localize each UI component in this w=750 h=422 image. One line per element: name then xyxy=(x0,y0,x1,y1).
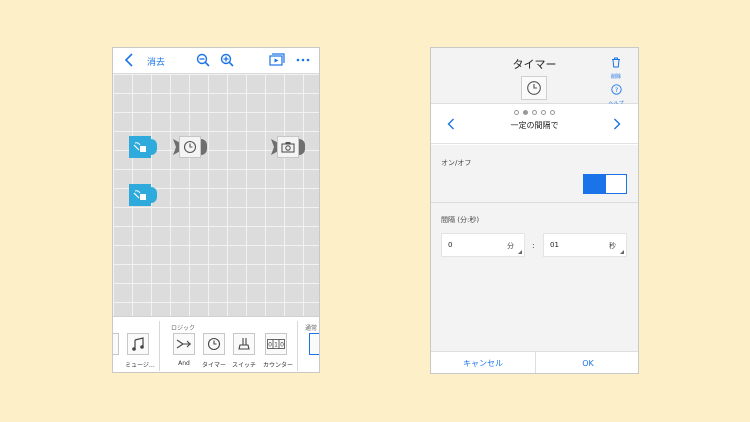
palette-item-timer[interactable]: タイマー xyxy=(201,333,227,372)
onoff-label: オン/オフ xyxy=(441,159,472,167)
palette-item-counter[interactable]: 010 カウンター xyxy=(263,333,294,372)
page-dot xyxy=(523,110,528,115)
minutes-value: 0 xyxy=(448,241,453,249)
block-connector xyxy=(151,139,157,155)
palette-group-title: ロジック xyxy=(171,325,196,332)
preview-play-icon[interactable] xyxy=(269,53,285,69)
palette-divider xyxy=(297,321,298,371)
palette-item-label: スイッチ xyxy=(231,362,256,369)
palette-tile-partial[interactable] xyxy=(309,333,319,355)
mode-label: 一定の間隔で xyxy=(510,121,559,130)
delete-button[interactable]: 消去 xyxy=(147,55,165,68)
and-gate-icon xyxy=(173,333,195,355)
sensor-block[interactable] xyxy=(129,184,157,206)
back-chevron-icon[interactable] xyxy=(121,53,137,69)
svg-text:?: ? xyxy=(614,86,617,94)
minutes-field[interactable]: 0 分 xyxy=(441,233,525,257)
page-dot xyxy=(532,110,537,115)
ok-button[interactable]: OK xyxy=(536,352,638,373)
cancel-button[interactable]: キャンセル xyxy=(431,352,535,373)
seconds-unit: 秒 xyxy=(609,242,616,250)
camera-block[interactable] xyxy=(271,136,305,158)
camera-icon xyxy=(277,136,299,158)
sensor-icon xyxy=(129,136,151,158)
svg-text:1: 1 xyxy=(274,342,278,349)
onoff-toggle[interactable] xyxy=(583,174,627,194)
timer-clock-icon xyxy=(179,136,201,158)
settings-header: タイマー 削除 ? ヘルプ xyxy=(431,48,638,107)
palette-divider xyxy=(159,321,160,371)
dialog-footer: キャンセル OK xyxy=(431,351,638,373)
delete-label: 削除 xyxy=(610,74,621,80)
more-options-icon[interactable] xyxy=(295,53,311,69)
palette-item-label: And xyxy=(178,360,190,367)
help-icon: ? xyxy=(610,84,622,95)
music-note-icon xyxy=(127,333,149,355)
palette-item-label: カウンター xyxy=(263,362,294,369)
svg-text:0: 0 xyxy=(280,342,284,349)
counter-icon: 010 xyxy=(265,333,287,355)
palette-tile-partial[interactable] xyxy=(113,333,119,355)
section-divider xyxy=(431,202,638,203)
zoom-out-icon[interactable] xyxy=(195,53,211,69)
sensor-icon xyxy=(129,184,151,206)
palette-item-label: タイマー xyxy=(201,362,226,369)
block-connector xyxy=(151,187,157,203)
seconds-value: 01 xyxy=(550,241,559,249)
toggle-switch-icon xyxy=(233,333,255,355)
block-palette[interactable]: ミュージ… ロジック And タイマー スイッチ 010 カウンター 通常 xyxy=(113,316,319,372)
timer-clock-icon xyxy=(203,333,225,355)
page-dot xyxy=(541,110,546,115)
time-separator: : xyxy=(532,241,535,250)
svg-text:0: 0 xyxy=(268,342,272,349)
palette-item-switch[interactable]: スイッチ xyxy=(231,333,257,372)
minutes-unit: 分 xyxy=(507,242,514,250)
timer-settings-screen: タイマー 削除 ? ヘルプ 一定の間隔で オン/オフ 間隔 (分:秒) 0 xyxy=(430,47,639,374)
seconds-field[interactable]: 01 秒 xyxy=(543,233,627,257)
palette-item-music[interactable]: ミュージ… xyxy=(125,333,155,372)
timer-block[interactable] xyxy=(173,136,207,158)
palette-group-title: 通常 xyxy=(305,325,318,332)
zoom-in-icon[interactable] xyxy=(219,53,235,69)
interval-label: 間隔 (分:秒) xyxy=(441,216,480,224)
resize-corner-icon xyxy=(620,250,624,254)
help-button[interactable]: ? ヘルプ xyxy=(606,80,626,107)
page-indicator xyxy=(431,110,638,115)
timer-clock-icon xyxy=(521,76,547,100)
trash-icon xyxy=(612,57,620,68)
editor-toolbar: 消去 xyxy=(113,48,319,74)
mode-selector: 一定の間隔で xyxy=(431,104,638,144)
block-editor-screen: 消去 ミュージ… ロジック And タイマー スイッチ 0 1 0 カウンター … xyxy=(112,47,320,373)
palette-item-label: ミュージ… xyxy=(125,362,155,369)
settings-body: オン/オフ 間隔 (分:秒) 0 分 : 01 秒 xyxy=(431,145,638,351)
resize-corner-icon xyxy=(518,250,522,254)
block-connector xyxy=(299,139,305,155)
page-dot xyxy=(514,110,519,115)
delete-block-button[interactable]: 削除 xyxy=(606,53,626,80)
page-dot xyxy=(550,110,555,115)
palette-item-and[interactable]: And xyxy=(171,333,197,372)
block-canvas[interactable] xyxy=(113,74,319,316)
block-connector xyxy=(201,139,207,155)
next-mode-chevron-icon[interactable] xyxy=(613,118,625,132)
toggle-fill xyxy=(584,175,606,193)
sensor-block[interactable] xyxy=(129,136,157,158)
